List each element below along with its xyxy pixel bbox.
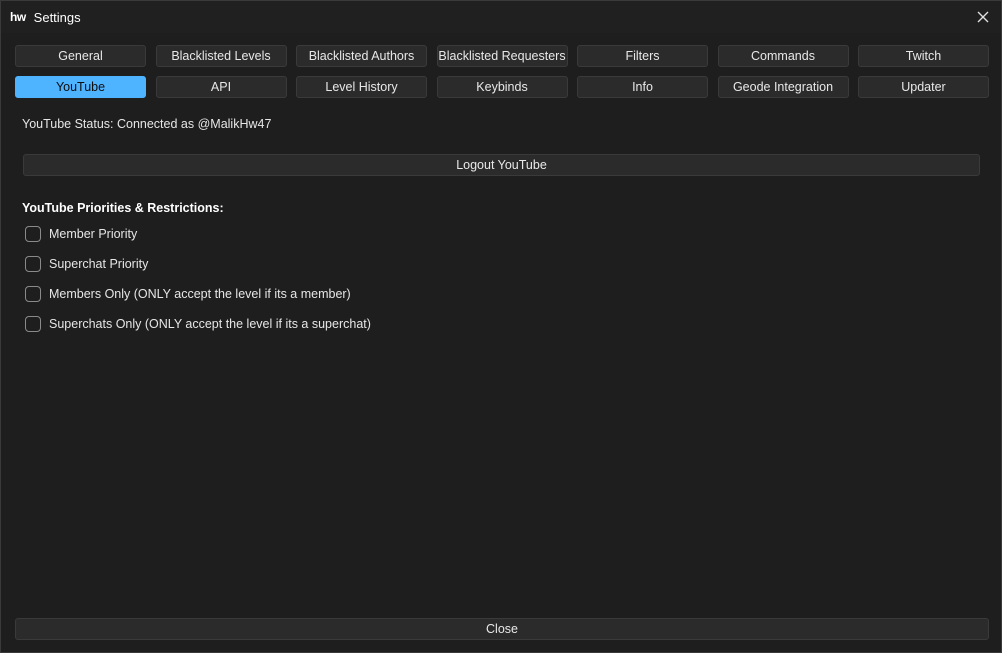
tab-filters[interactable]: Filters (577, 45, 708, 67)
tab-info[interactable]: Info (577, 76, 708, 98)
priorities-section-title: YouTube Priorities & Restrictions: (22, 201, 224, 215)
close-icon (977, 11, 989, 23)
window-title: Settings (33, 9, 81, 25)
priority-options: Member Priority Superchat Priority Membe… (25, 224, 371, 344)
superchats-only-checkbox[interactable] (25, 315, 41, 332)
checkbox-label: Superchats Only (ONLY accept the level i… (49, 316, 371, 331)
superchat-priority-checkbox[interactable] (25, 255, 41, 272)
tab-twitch[interactable]: Twitch (858, 45, 989, 67)
superchats-only-option[interactable]: Superchats Only (ONLY accept the level i… (25, 314, 371, 333)
member-priority-option[interactable]: Member Priority (25, 224, 371, 243)
tab-keybinds[interactable]: Keybinds (436, 76, 568, 98)
youtube-status-text: YouTube Status: Connected as @MalikHw47 (22, 117, 272, 131)
member-priority-checkbox[interactable] (25, 225, 41, 242)
tab-commands[interactable]: Commands (717, 45, 849, 67)
logout-youtube-button[interactable]: Logout YouTube (23, 154, 980, 176)
settings-window: hw Settings General Blacklisted Levels B… (0, 0, 1002, 653)
tab-blacklisted-authors[interactable]: Blacklisted Authors (296, 45, 427, 67)
tab-general[interactable]: General (15, 45, 146, 67)
checkbox-label: Superchat Priority (49, 256, 149, 271)
tab-youtube[interactable]: YouTube (15, 76, 146, 98)
members-only-checkbox[interactable] (25, 285, 41, 302)
tab-blacklisted-levels[interactable]: Blacklisted Levels (155, 45, 287, 67)
tab-bar: General Blacklisted Levels Blacklisted A… (15, 45, 989, 98)
tab-api[interactable]: API (155, 76, 287, 98)
title-bar[interactable]: hw Settings (1, 1, 1001, 33)
close-button[interactable]: Close (15, 618, 989, 640)
app-logo: hw (10, 10, 26, 24)
tab-updater[interactable]: Updater (858, 76, 989, 98)
tab-geode-integration[interactable]: Geode Integration (717, 76, 849, 98)
checkbox-label: Member Priority (49, 226, 138, 241)
superchat-priority-option[interactable]: Superchat Priority (25, 254, 371, 273)
tab-blacklisted-requesters[interactable]: Blacklisted Requesters (436, 45, 568, 67)
tab-level-history[interactable]: Level History (296, 76, 427, 98)
window-close-button[interactable] (971, 5, 995, 29)
checkbox-label: Members Only (ONLY accept the level if i… (49, 286, 351, 301)
members-only-option[interactable]: Members Only (ONLY accept the level if i… (25, 284, 371, 303)
